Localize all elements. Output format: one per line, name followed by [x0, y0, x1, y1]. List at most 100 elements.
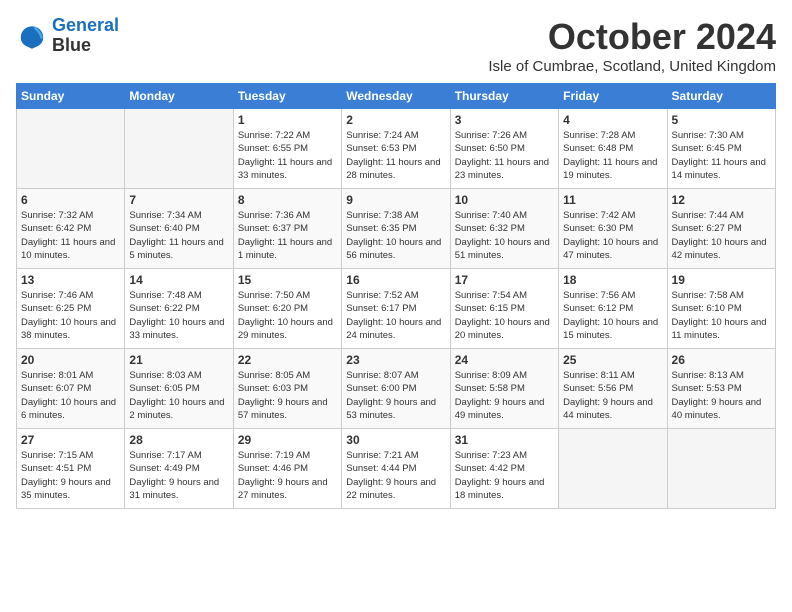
calendar-cell: 28 Sunrise: 7:17 AMSunset: 4:49 PMDayligh…	[125, 429, 233, 509]
calendar-cell: 23 Sunrise: 8:07 AMSunset: 6:00 PMDayligh…	[342, 349, 450, 429]
calendar-cell: 15Sunrise: 7:50 AMSunset: 6:20 PMDayligh…	[233, 269, 341, 349]
calendar-table: Sunday Monday Tuesday Wednesday Thursday…	[16, 83, 776, 509]
month-title: October 2024	[488, 16, 776, 58]
day-number: 22	[238, 353, 337, 367]
day-number: 21	[129, 353, 228, 367]
day-number: 9	[346, 193, 445, 207]
day-info: Sunrise: 7:42 AMSunset: 6:30 PMDaylight:…	[563, 209, 662, 262]
calendar-cell: 22Sunrise: 8:05 AMSunset: 6:03 PMDayligh…	[233, 349, 341, 429]
day-number: 29	[238, 433, 337, 447]
calendar-cell	[667, 429, 775, 509]
day-number: 26	[672, 353, 771, 367]
calendar-cell: 11 Sunrise: 7:42 AMSunset: 6:30 PMDayligh…	[559, 189, 667, 269]
day-info: Sunrise: 7:32 AMSunset: 6:42 PMDaylight:…	[21, 209, 120, 262]
day-info: Sunrise: 7:38 AMSunset: 6:35 PMDaylight:…	[346, 209, 445, 262]
calendar-cell: 29Sunrise: 7:19 AMSunset: 4:46 PMDayligh…	[233, 429, 341, 509]
day-number: 20	[21, 353, 120, 367]
calendar-cell: 2 Sunrise: 7:24 AMSunset: 6:53 PMDaylight…	[342, 109, 450, 189]
day-info: Sunrise: 8:01 AMSunset: 6:07 PMDaylight:…	[21, 369, 120, 422]
calendar-cell: 27Sunrise: 7:15 AMSunset: 4:51 PMDayligh…	[17, 429, 125, 509]
calendar-cell: 7 Sunrise: 7:34 AMSunset: 6:40 PMDaylight…	[125, 189, 233, 269]
logo-line2: Blue	[52, 36, 119, 56]
col-wednesday: Wednesday	[342, 84, 450, 109]
calendar-cell: 13 Sunrise: 7:46 AMSunset: 6:25 PMDayligh…	[17, 269, 125, 349]
day-info: Sunrise: 7:17 AMSunset: 4:49 PMDaylight:…	[129, 449, 228, 502]
logo-icon	[16, 20, 48, 52]
day-number: 15	[238, 273, 337, 287]
day-info: Sunrise: 7:46 AMSunset: 6:25 PMDaylight:…	[21, 289, 120, 342]
day-info: Sunrise: 7:23 AMSunset: 4:42 PMDaylight:…	[455, 449, 554, 502]
day-info: Sunrise: 7:58 AMSunset: 6:10 PMDaylight:…	[672, 289, 771, 342]
day-number: 24	[455, 353, 554, 367]
day-info: Sunrise: 8:07 AMSunset: 6:00 PMDaylight:…	[346, 369, 445, 422]
col-tuesday: Tuesday	[233, 84, 341, 109]
day-info: Sunrise: 7:30 AMSunset: 6:45 PMDaylight:…	[672, 129, 771, 182]
day-number: 7	[129, 193, 228, 207]
calendar-cell: 30 Sunrise: 7:21 AMSunset: 4:44 PMDayligh…	[342, 429, 450, 509]
calendar-cell: 31 Sunrise: 7:23 AMSunset: 4:42 PMDayligh…	[450, 429, 558, 509]
day-info: Sunrise: 7:44 AMSunset: 6:27 PMDaylight:…	[672, 209, 771, 262]
day-number: 18	[563, 273, 662, 287]
day-number: 2	[346, 113, 445, 127]
calendar-week-5: 27Sunrise: 7:15 AMSunset: 4:51 PMDayligh…	[17, 429, 776, 509]
day-number: 27	[21, 433, 120, 447]
calendar-cell: 21 Sunrise: 8:03 AMSunset: 6:05 PMDayligh…	[125, 349, 233, 429]
col-sunday: Sunday	[17, 84, 125, 109]
col-friday: Friday	[559, 84, 667, 109]
day-number: 17	[455, 273, 554, 287]
calendar-week-4: 20 Sunrise: 8:01 AMSunset: 6:07 PMDayligh…	[17, 349, 776, 429]
calendar-cell: 19Sunrise: 7:58 AMSunset: 6:10 PMDayligh…	[667, 269, 775, 349]
calendar-body: 1 Sunrise: 7:22 AMSunset: 6:55 PMDaylight…	[17, 109, 776, 509]
day-info: Sunrise: 7:34 AMSunset: 6:40 PMDaylight:…	[129, 209, 228, 262]
logo-text: General Blue	[52, 16, 119, 56]
day-number: 13	[21, 273, 120, 287]
calendar-cell: 20 Sunrise: 8:01 AMSunset: 6:07 PMDayligh…	[17, 349, 125, 429]
day-number: 1	[238, 113, 337, 127]
calendar-header: Sunday Monday Tuesday Wednesday Thursday…	[17, 84, 776, 109]
title-area: October 2024 Isle of Cumbrae, Scotland, …	[488, 16, 776, 75]
day-info: Sunrise: 7:56 AMSunset: 6:12 PMDaylight:…	[563, 289, 662, 342]
day-info: Sunrise: 7:22 AMSunset: 6:55 PMDaylight:…	[238, 129, 337, 182]
day-number: 4	[563, 113, 662, 127]
day-number: 31	[455, 433, 554, 447]
calendar-cell: 16 Sunrise: 7:52 AMSunset: 6:17 PMDayligh…	[342, 269, 450, 349]
day-number: 28	[129, 433, 228, 447]
calendar-cell: 12 Sunrise: 7:44 AMSunset: 6:27 PMDayligh…	[667, 189, 775, 269]
col-thursday: Thursday	[450, 84, 558, 109]
logo: General Blue	[16, 16, 119, 56]
logo-line1: General	[52, 15, 119, 35]
day-number: 12	[672, 193, 771, 207]
day-number: 3	[455, 113, 554, 127]
calendar-cell: 18 Sunrise: 7:56 AMSunset: 6:12 PMDayligh…	[559, 269, 667, 349]
day-info: Sunrise: 7:28 AMSunset: 6:48 PMDaylight:…	[563, 129, 662, 182]
calendar-cell: 3 Sunrise: 7:26 AMSunset: 6:50 PMDaylight…	[450, 109, 558, 189]
day-info: Sunrise: 8:13 AMSunset: 5:53 PMDaylight:…	[672, 369, 771, 422]
day-number: 16	[346, 273, 445, 287]
calendar-cell: 17 Sunrise: 7:54 AMSunset: 6:15 PMDayligh…	[450, 269, 558, 349]
calendar-cell: 5 Sunrise: 7:30 AMSunset: 6:45 PMDaylight…	[667, 109, 775, 189]
day-number: 23	[346, 353, 445, 367]
calendar-cell	[125, 109, 233, 189]
calendar-week-1: 1 Sunrise: 7:22 AMSunset: 6:55 PMDaylight…	[17, 109, 776, 189]
calendar-cell	[559, 429, 667, 509]
day-info: Sunrise: 7:52 AMSunset: 6:17 PMDaylight:…	[346, 289, 445, 342]
day-number: 5	[672, 113, 771, 127]
calendar-cell	[17, 109, 125, 189]
day-info: Sunrise: 7:54 AMSunset: 6:15 PMDaylight:…	[455, 289, 554, 342]
col-saturday: Saturday	[667, 84, 775, 109]
day-info: Sunrise: 8:03 AMSunset: 6:05 PMDaylight:…	[129, 369, 228, 422]
calendar-cell: 26 Sunrise: 8:13 AMSunset: 5:53 PMDayligh…	[667, 349, 775, 429]
day-number: 8	[238, 193, 337, 207]
day-info: Sunrise: 7:40 AMSunset: 6:32 PMDaylight:…	[455, 209, 554, 262]
day-number: 11	[563, 193, 662, 207]
day-info: Sunrise: 7:21 AMSunset: 4:44 PMDaylight:…	[346, 449, 445, 502]
header-row: Sunday Monday Tuesday Wednesday Thursday…	[17, 84, 776, 109]
day-info: Sunrise: 7:26 AMSunset: 6:50 PMDaylight:…	[455, 129, 554, 182]
day-info: Sunrise: 7:24 AMSunset: 6:53 PMDaylight:…	[346, 129, 445, 182]
day-number: 25	[563, 353, 662, 367]
day-number: 30	[346, 433, 445, 447]
calendar-cell: 14Sunrise: 7:48 AMSunset: 6:22 PMDayligh…	[125, 269, 233, 349]
day-number: 14	[129, 273, 228, 287]
calendar-cell: 25Sunrise: 8:11 AMSunset: 5:56 PMDayligh…	[559, 349, 667, 429]
day-number: 10	[455, 193, 554, 207]
